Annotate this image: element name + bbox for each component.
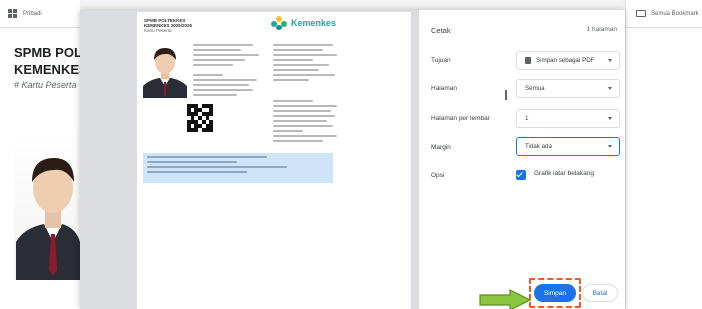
print-preview: SPMB POLTEKKES KEMENKES 2025/2026 Kartu …	[80, 10, 419, 309]
card-header: SPMB POLTEKKES KEMENKES 2025/2026 Kartu …	[144, 18, 193, 33]
margins-value: Tidak ada	[525, 143, 552, 150]
background-graphics-checkbox[interactable]	[516, 170, 526, 180]
pages-select[interactable]: Semua	[516, 79, 620, 98]
destination-select[interactable]: Simpan sebagai PDF	[516, 51, 620, 70]
checkmark-icon	[516, 170, 523, 178]
card-identity-lines	[193, 44, 265, 69]
apps-grid-icon[interactable]	[8, 9, 17, 18]
printer-icon	[525, 57, 531, 64]
save-highlight-box	[529, 278, 581, 308]
text-cursor-icon	[505, 90, 507, 100]
bookmarks-bar: Pribadi	[0, 0, 80, 28]
participant-photo	[14, 130, 80, 280]
qr-code	[187, 104, 213, 132]
background-page-right: Semua Bookmark	[625, 0, 702, 309]
page-count: 1 halaman	[586, 26, 617, 33]
chevron-down-icon	[608, 59, 612, 62]
all-bookmarks-link[interactable]: Semua Bookmark	[651, 11, 699, 17]
pointer-arrow-icon	[479, 289, 532, 309]
destination-value: Simpan sebagai PDF	[536, 57, 595, 64]
page-title: SPMB POLTEKKES KEMENKES	[14, 45, 80, 77]
pages-label: Halaman	[431, 85, 458, 92]
print-dialog-title: Cetak	[431, 26, 451, 35]
right-bookmarks-bar: Semua Bookmark	[626, 0, 702, 28]
background-page: Pribadi SPMB POLTEKKES KEMENKES # Kartu …	[0, 0, 80, 309]
card-right-lines	[273, 44, 343, 84]
background-graphics-label[interactable]: Grafik latar belakang	[534, 170, 594, 177]
destination-label: Tujuan	[431, 57, 451, 64]
kemenkes-logo: Kemenkes	[271, 16, 336, 30]
pages-value: Semua	[525, 85, 545, 92]
kemenkes-logo-icon	[271, 16, 287, 30]
margins-select[interactable]: Tidak ada	[516, 137, 620, 156]
card-photo	[143, 42, 187, 98]
card-rules-lines	[273, 100, 343, 145]
bookmark-pribadi[interactable]: Pribadi	[23, 11, 42, 17]
folder-icon	[636, 10, 646, 17]
cancel-button[interactable]: Batal	[582, 284, 618, 302]
chevron-down-icon	[608, 117, 612, 120]
preview-sheet: SPMB POLTEKKES KEMENKES 2025/2026 Kartu …	[137, 12, 411, 309]
margins-label: Margin	[431, 144, 451, 151]
card-detail-lines	[193, 74, 265, 99]
print-settings-panel: Cetak 1 halaman Tujuan Simpan sebagai PD…	[419, 10, 625, 309]
options-label: Opsi	[431, 172, 445, 179]
pages-per-sheet-label: Halaman per lembar	[431, 115, 490, 122]
pages-per-sheet-select[interactable]: 1	[516, 109, 620, 128]
pages-per-sheet-value: 1	[525, 115, 529, 122]
page-subtitle: # Kartu Peserta	[14, 80, 77, 90]
chevron-down-icon	[608, 145, 612, 148]
kemenkes-brand-text: Kemenkes	[291, 18, 337, 28]
print-dialog: SPMB POLTEKKES KEMENKES 2025/2026 Kartu …	[80, 10, 625, 309]
card-info-note	[143, 153, 333, 183]
chevron-down-icon	[608, 87, 612, 90]
